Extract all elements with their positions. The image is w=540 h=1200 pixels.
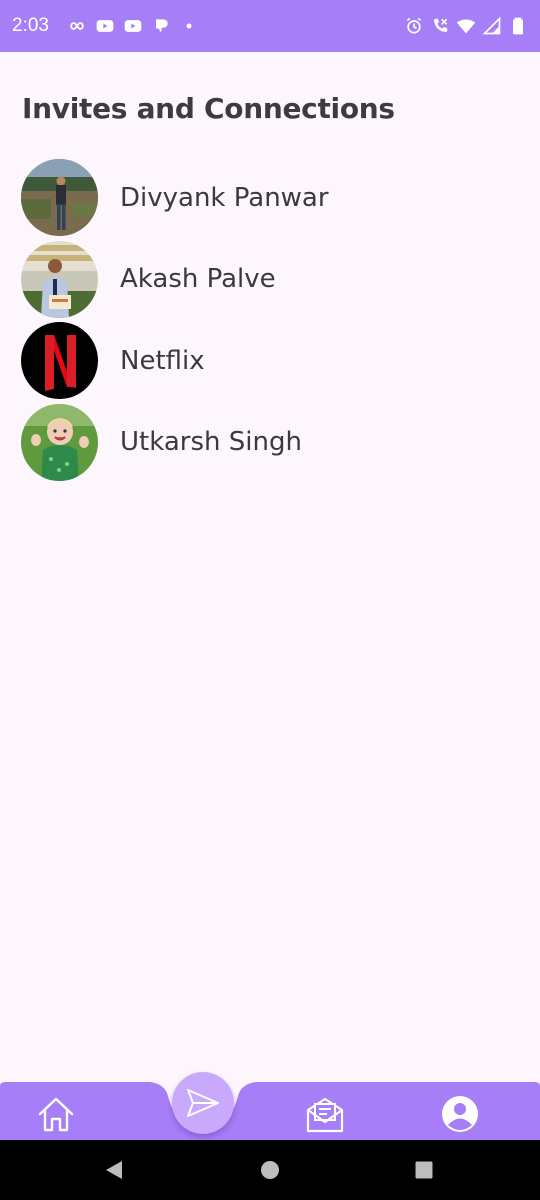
send-icon (187, 1089, 219, 1117)
alarm-icon (404, 16, 424, 36)
notification-icon (151, 16, 171, 36)
wifi-icon (456, 16, 476, 36)
status-time: 2:03 (12, 15, 49, 36)
avatar (21, 240, 98, 318)
contact-name: Utkarsh Singh (120, 427, 302, 458)
home-icon[interactable] (34, 1094, 78, 1134)
inbox-icon[interactable] (303, 1094, 347, 1134)
profile-icon[interactable] (438, 1094, 482, 1134)
contact-name: Akash Palve (120, 264, 276, 295)
status-right (404, 16, 528, 36)
contact-name: Divyank Panwar (120, 182, 329, 213)
list-item[interactable]: Utkarsh Singh (21, 402, 521, 484)
system-navigation-bar (0, 1140, 540, 1200)
contact-name: Netflix (120, 345, 205, 376)
status-left: 2:03 (12, 15, 199, 37)
signal-icon (482, 16, 502, 36)
contact-list: Divyank Panwar Akash Palve Netflix Utkar… (21, 157, 521, 483)
youtube-icon (123, 16, 143, 36)
battery-icon (508, 16, 528, 36)
avatar (21, 403, 98, 481)
bottom-navigation (0, 1082, 540, 1140)
youtube-icon (95, 16, 115, 36)
page-title: Invites and Connections (22, 92, 395, 125)
home-circle-icon[interactable] (258, 1158, 282, 1182)
list-item[interactable]: Netflix (21, 320, 521, 402)
infinity-icon (67, 16, 87, 36)
send-button[interactable] (172, 1072, 234, 1134)
back-icon[interactable] (102, 1158, 126, 1182)
list-item[interactable]: Akash Palve (21, 239, 521, 321)
dot-icon (179, 16, 199, 36)
status-bar: 2:03 (0, 0, 540, 52)
wifi-calling-icon (430, 16, 450, 36)
recents-icon[interactable] (412, 1158, 436, 1182)
list-item[interactable]: Divyank Panwar (21, 157, 521, 239)
avatar (21, 159, 98, 237)
netflix-logo (21, 322, 98, 400)
